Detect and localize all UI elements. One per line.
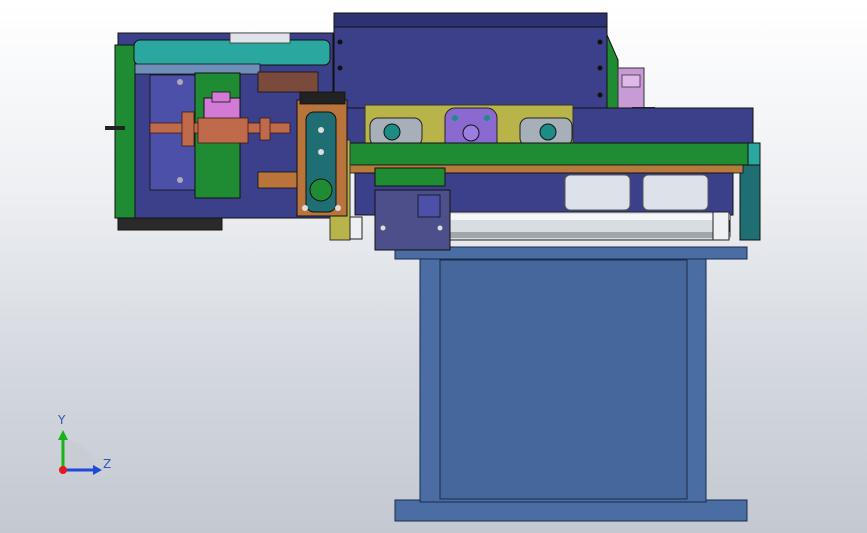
- bolt-icon: [597, 92, 603, 98]
- bolt-icon: [597, 39, 603, 45]
- bolt-icon: [318, 149, 324, 155]
- bolt-icon: [177, 177, 183, 183]
- bolt-icon: [335, 205, 341, 211]
- pedestal[interactable]: [394, 246, 748, 522]
- z-axis-label: Z: [103, 457, 112, 471]
- slider-block[interactable]: [374, 167, 451, 251]
- bolt-icon: [452, 115, 458, 121]
- teal-cover: [133, 39, 331, 66]
- bolt-icon: [337, 65, 343, 71]
- bolt-icon: [177, 79, 183, 85]
- coordinate-triad: [58, 430, 102, 475]
- bushing-icon: [539, 123, 557, 141]
- bolt-icon: [302, 205, 308, 211]
- bolt-icon: [337, 39, 343, 45]
- cad-assembly-model[interactable]: [0, 0, 867, 533]
- bolt-icon: [437, 225, 443, 231]
- bolt-icon: [380, 225, 386, 231]
- bolt-icon: [597, 65, 603, 71]
- top-housing[interactable]: [333, 12, 619, 109]
- cad-viewport[interactable]: Y Z: [0, 0, 867, 533]
- bolt-icon: [318, 127, 324, 133]
- origin-icon: [59, 466, 67, 474]
- lever-arm[interactable]: [296, 91, 348, 217]
- gear-icon: [181, 111, 195, 147]
- y-axis-label: Y: [58, 413, 66, 427]
- bushing-icon: [383, 123, 401, 141]
- bolt-icon: [484, 115, 490, 121]
